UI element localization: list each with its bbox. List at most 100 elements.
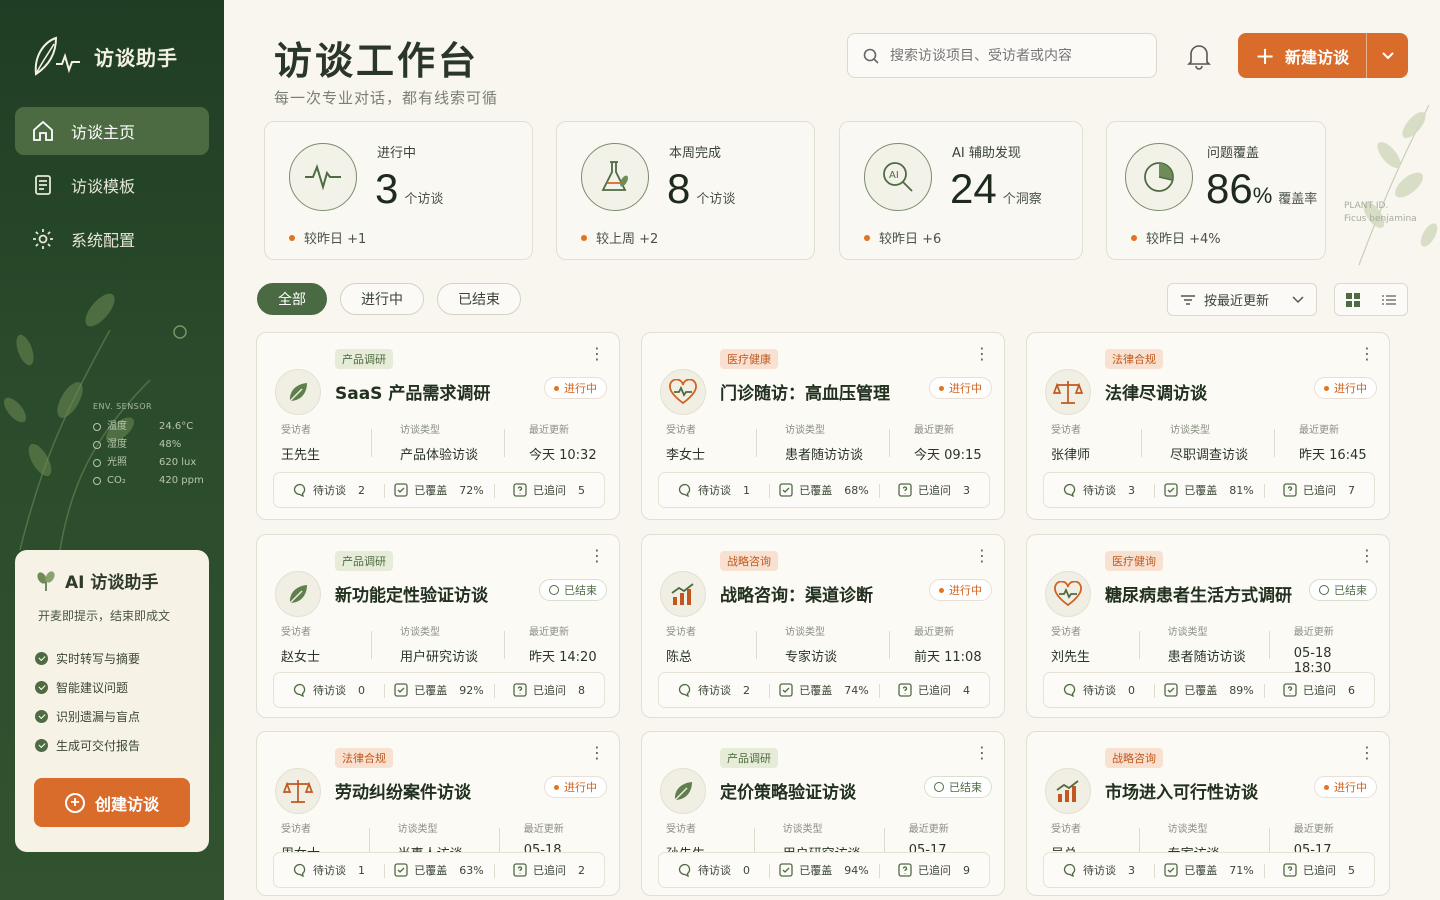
new-interview-dropdown[interactable] (1366, 33, 1408, 78)
card-meta: 受访者 王先生 访谈类型 产品体验访谈 最近更新 今天 10:32 (281, 421, 601, 463)
card-title: 定价策略验证访谈 (720, 783, 856, 803)
more-options-icon[interactable]: ⋮ (1359, 346, 1375, 362)
trend-dot-icon (289, 234, 295, 241)
interviewee-name: 王先生 (281, 448, 321, 463)
interview-card[interactable]: 战略咨询 ⋮ 战略咨询：渠道诊断 进行中 受访者 陈总 访谈类型 专家访谈 最近更新 前天 11:… (641, 534, 1005, 718)
interview-card[interactable]: 战略咨询⋮市场进入可行性访谈进行中受访者吴总访谈类型专家访谈最近更新05-17 … (1026, 731, 1390, 896)
covered-value: 63% (459, 863, 484, 877)
search-input[interactable] (890, 47, 1150, 64)
interview-type: 患者随访访谈 (785, 448, 864, 463)
followup-count: 6 (1348, 683, 1355, 697)
grid-view-button[interactable] (1335, 284, 1371, 315)
create-interview-label: 创建访谈 (94, 796, 159, 814)
interview-card[interactable]: 医疗健康 ⋮ 门诊随访：高血压管理 进行中 受访者 李女士 访谈类型 患者随访访谈 最近更新 今天… (641, 332, 1005, 520)
stat-value: 8 (667, 165, 691, 212)
more-options-icon[interactable]: ⋮ (1359, 548, 1375, 564)
ai-feature-item: 实时转写与摘要 (35, 644, 189, 673)
interviewee-name: 李女士 (666, 448, 706, 463)
card-title: 门诊随访：高血压管理 (720, 384, 890, 404)
pending-count: 3 (1128, 483, 1135, 497)
interviewee-name: 刘先生 (1051, 650, 1091, 665)
svg-text:AI: AI (889, 170, 899, 181)
ai-card-title: AI 访谈助手 (65, 573, 159, 593)
status-dot-icon (939, 385, 944, 391)
interview-card[interactable]: 产品调研 ⋮ 新功能定性验证访谈 已结束 受访者 赵女士 访谈类型 用户研究访谈 最近更新 昨天 … (256, 534, 620, 718)
question-icon (898, 863, 912, 877)
bell-icon[interactable] (1186, 42, 1212, 70)
sidebar-item-label: 系统配置 (71, 231, 136, 250)
plus-icon: + (1254, 41, 1276, 70)
pending-label: 待访谈 (698, 684, 731, 697)
interview-card[interactable]: 产品调研 ⋮ SaaS 产品需求调研 进行中 受访者 王先生 访谈类型 产品体验访谈 最近更新今… (256, 332, 620, 520)
followup-count: 5 (1348, 863, 1355, 877)
brand-leaf-icon (34, 36, 80, 76)
more-options-icon[interactable]: ⋮ (974, 346, 990, 362)
filter-active[interactable]: 进行中 (340, 283, 424, 315)
interview-card[interactable]: 法律合规⋮劳动纠纷案件访谈进行中受访者周女士访谈类型当事人访谈最近更新05-18… (256, 731, 620, 896)
pending-label: 待访谈 (1083, 684, 1116, 697)
more-options-icon[interactable]: ⋮ (1359, 745, 1375, 761)
create-interview-button[interactable]: + 创建访谈 (34, 778, 190, 827)
more-options-icon[interactable]: ⋮ (589, 346, 605, 362)
meta-key: 访谈类型 (785, 425, 825, 436)
sort-icon (1181, 294, 1195, 305)
sidebar-item-templates[interactable]: 访谈模板 (15, 161, 209, 209)
check-icon (35, 681, 48, 694)
card-title: 战略咨询：渠道诊断 (720, 586, 873, 606)
card-title: 法律尽调访谈 (1105, 384, 1207, 404)
followup-label: 已追问 (1303, 484, 1336, 497)
chart-up-icon (1045, 768, 1091, 814)
checkbox-icon (779, 683, 793, 697)
status-label: 进行中 (949, 584, 982, 597)
covered-label: 已覆盖 (1184, 864, 1218, 877)
interview-card[interactable]: 法律合规 ⋮ 法律尽调访谈 进行中 受访者 张律师 访谈类型 尽职调查访谈 最近更新 昨天 16:… (1026, 332, 1390, 520)
stat-unit: 个访谈 (696, 191, 736, 206)
trend-dot-icon (1131, 234, 1137, 241)
search-box[interactable] (847, 33, 1157, 78)
filter-all[interactable]: 全部 (257, 283, 327, 315)
more-options-icon[interactable]: ⋮ (589, 548, 605, 564)
status-badge: 进行中 (544, 377, 607, 399)
question-icon (513, 683, 527, 697)
pending-label: 待访谈 (698, 484, 731, 497)
card-stats-bar: 待访谈 2 已覆盖 72% 已追问 5 (273, 472, 605, 508)
sidebar-item-settings[interactable]: 系统配置 (15, 215, 209, 263)
meta-key: 最近更新 (914, 425, 954, 436)
status-badge: 进行中 (1314, 377, 1377, 399)
sensor-value: 48% (159, 439, 182, 450)
more-options-icon[interactable]: ⋮ (974, 745, 990, 761)
check-icon (35, 739, 48, 752)
flask-icon (581, 143, 649, 211)
interview-card[interactable]: 医疗健询 ⋮ 糖尿病患者生活方式调研 已结束 受访者 刘先生 访谈类型 患者随访访谈 最近更新 0… (1026, 534, 1390, 718)
pie-icon (1125, 143, 1193, 211)
sidebar-item-home[interactable]: 访谈主页 (15, 107, 209, 155)
question-icon (1283, 483, 1297, 497)
list-view-button[interactable] (1371, 284, 1407, 315)
more-options-icon[interactable]: ⋮ (589, 745, 605, 761)
status-badge: 已结束 (1309, 579, 1377, 601)
meta-key: 受访者 (281, 824, 311, 835)
stat-label: 问题覆盖 (1207, 146, 1260, 161)
interview-card[interactable]: 产品调研⋮定价策略验证访谈已结束受访者孙先生访谈类型用户研究访谈最近更新05-1… (641, 731, 1005, 896)
checkbox-icon (1164, 863, 1178, 877)
chat-bubble-icon (1063, 483, 1076, 497)
trend-dot-icon (581, 234, 587, 241)
status-dot-icon (1324, 385, 1329, 391)
sensor-value: 24.6°C (159, 421, 194, 432)
card-title: 糖尿病患者生活方式调研 (1105, 586, 1292, 606)
more-options-icon[interactable]: ⋮ (974, 548, 990, 564)
sort-dropdown[interactable]: 按最近更新 (1167, 283, 1317, 316)
page-title: 访谈工作台 (274, 38, 480, 83)
interviewee-name: 赵女士 (281, 650, 321, 665)
grid-icon (1346, 292, 1360, 307)
list-icon (1382, 294, 1396, 305)
droplet-icon (93, 441, 101, 449)
filter-ended[interactable]: 已结束 (437, 283, 521, 315)
ai-feature-item: 识别遗漏与盲点 (35, 702, 189, 731)
new-interview-button[interactable]: + 新建访谈 (1238, 33, 1408, 78)
template-icon (35, 175, 51, 195)
chat-bubble-icon (293, 683, 306, 697)
meta-key: 最近更新 (908, 824, 949, 835)
meta-key: 受访者 (1051, 824, 1081, 835)
interview-type: 患者随访访谈 (1167, 650, 1246, 665)
